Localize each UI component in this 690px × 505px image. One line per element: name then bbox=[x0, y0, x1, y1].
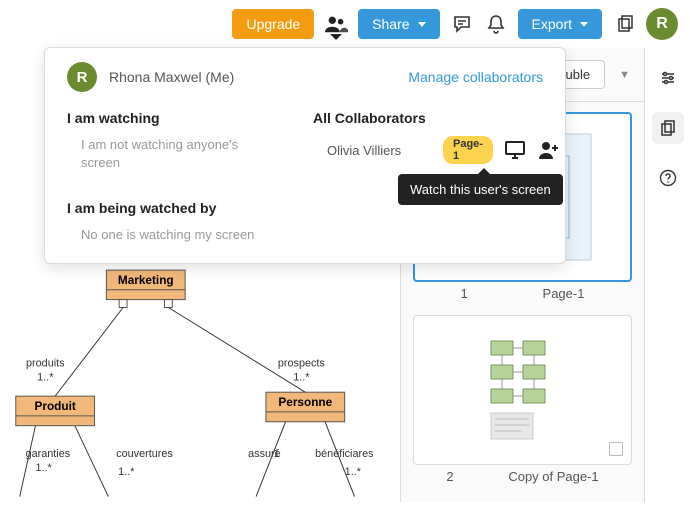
svg-text:1..*: 1..* bbox=[345, 466, 362, 478]
all-collaborators-heading: All Collaborators bbox=[313, 110, 561, 126]
manage-collaborators-link[interactable]: Manage collaborators bbox=[408, 69, 543, 85]
bell-icon[interactable] bbox=[484, 12, 508, 36]
comments-icon[interactable] bbox=[450, 12, 474, 36]
collaborators-popover: R Rhona Maxwel (Me) Manage collaborators… bbox=[44, 47, 566, 264]
page-index: 2 bbox=[446, 469, 468, 484]
svg-text:Marketing: Marketing bbox=[118, 273, 174, 287]
page-card[interactable] bbox=[413, 315, 632, 465]
page-index: 1 bbox=[461, 286, 483, 301]
svg-text:bénéficiares: bénéficiares bbox=[315, 448, 374, 460]
svg-text:prospects: prospects bbox=[278, 358, 326, 370]
help-icon[interactable] bbox=[656, 166, 680, 190]
page-badge: Page-1 bbox=[443, 136, 493, 164]
me-name: Rhona Maxwel (Me) bbox=[109, 69, 234, 85]
add-user-icon[interactable] bbox=[537, 138, 561, 162]
right-rail bbox=[644, 48, 690, 502]
collaborator-name: Olivia Villiers bbox=[313, 143, 443, 158]
copy-icon[interactable] bbox=[652, 112, 684, 144]
export-button[interactable]: Export bbox=[518, 9, 602, 39]
top-toolbar: Upgrade Share Export R bbox=[0, 0, 690, 48]
avatar[interactable]: R bbox=[646, 8, 678, 40]
upgrade-button[interactable]: Upgrade bbox=[232, 9, 314, 39]
collaborator-row: Olivia Villiers Page-1 bbox=[313, 136, 561, 164]
tooltip: Watch this user's screen bbox=[398, 174, 563, 205]
svg-text:Personne: Personne bbox=[278, 395, 332, 409]
svg-text:1..*: 1..* bbox=[118, 466, 135, 478]
chevron-down-icon[interactable]: ▼ bbox=[619, 69, 630, 81]
node-produit[interactable]: Produit bbox=[16, 396, 95, 426]
page-label: Page-1 bbox=[543, 286, 585, 301]
svg-text:1..*: 1..* bbox=[37, 371, 54, 383]
sliders-icon[interactable] bbox=[656, 66, 680, 90]
chevron-down-icon bbox=[580, 22, 588, 27]
page-thumbnail bbox=[414, 316, 631, 464]
svg-text:Produit: Produit bbox=[35, 399, 76, 413]
svg-text:garanties: garanties bbox=[26, 448, 71, 460]
share-button[interactable]: Share bbox=[358, 9, 439, 39]
page-checkbox[interactable] bbox=[609, 442, 623, 456]
avatar: R bbox=[67, 62, 97, 92]
watched-by-status: No one is watching my screen bbox=[67, 226, 305, 244]
watching-status: I am not watching anyone's screen bbox=[67, 136, 257, 172]
svg-text:1: 1 bbox=[274, 448, 280, 460]
svg-text:1..*: 1..* bbox=[293, 371, 310, 383]
monitor-icon[interactable] bbox=[503, 138, 527, 162]
chevron-down-icon bbox=[418, 22, 426, 27]
page-label-row: 1 Page-1 bbox=[413, 282, 632, 305]
export-label: Export bbox=[532, 16, 572, 32]
collaborators-icon[interactable] bbox=[324, 12, 348, 36]
node-marketing[interactable]: Marketing bbox=[106, 270, 185, 307]
duplicate-icon[interactable] bbox=[612, 12, 636, 36]
svg-text:produits: produits bbox=[26, 358, 65, 370]
svg-text:couvertures: couvertures bbox=[116, 448, 173, 460]
svg-text:1..*: 1..* bbox=[35, 462, 52, 474]
page-label: Copy of Page-1 bbox=[508, 469, 598, 484]
node-personne[interactable]: Personne bbox=[266, 392, 345, 422]
share-label: Share bbox=[372, 16, 409, 32]
me-row: R Rhona Maxwel (Me) bbox=[67, 62, 234, 92]
page-label-row: 2 Copy of Page-1 bbox=[413, 465, 632, 488]
watching-heading: I am watching bbox=[67, 110, 305, 126]
watched-by-heading: I am being watched by bbox=[67, 200, 305, 216]
